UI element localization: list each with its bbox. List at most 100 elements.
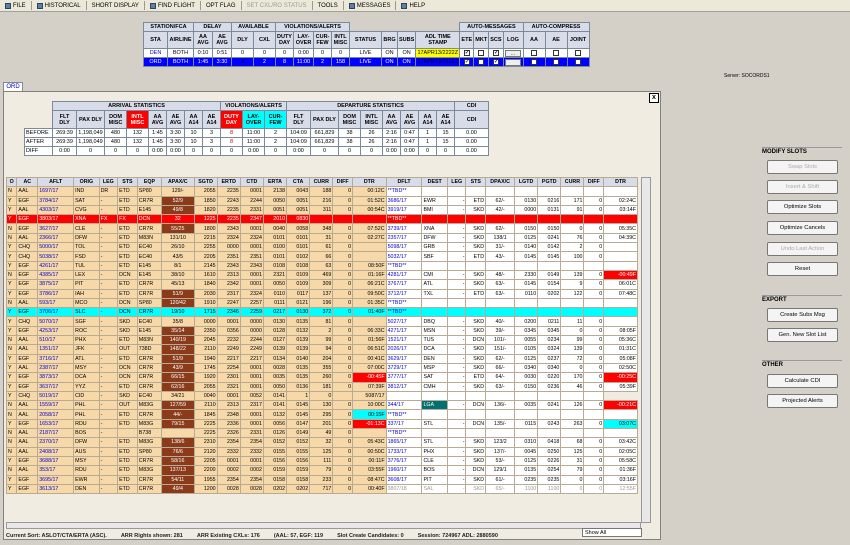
grid-header[interactable]: DPAX/C	[485, 176, 516, 188]
table-row[interactable]: Y AAL 2387/17 MSY - DCN CR7R 43/9 1745 2254 0001 00…	[5, 362, 638, 374]
grid-header[interactable]: ERTA	[262, 176, 288, 188]
grid-header[interactable]: LEG	[98, 176, 119, 188]
table-row[interactable]: N AAL 1351/17 JFK - OUT 738D 148/22 2110 2249 2249…	[5, 344, 638, 355]
grid-header[interactable]: AFLT	[37, 176, 75, 188]
table-row[interactable]: Y EGF 3803/17 XNA FX FX DCN 32 1225 2235 2347 2010 0…	[5, 214, 638, 225]
grid-header[interactable]: ERTD	[216, 176, 241, 188]
joint-checkbox[interactable]	[575, 58, 582, 65]
grid-header[interactable]: ORIG	[73, 176, 100, 188]
grid-header[interactable]: LGTD	[514, 176, 539, 188]
table-row[interactable]: Y EGF 3706/17 SLC - DCN CR7R 19/10 1715 2346 2259 0…	[5, 307, 638, 318]
cell-eqp: CR7R	[136, 353, 163, 364]
grid-header[interactable]: DIFF	[332, 176, 354, 188]
grid-header[interactable]: DTR	[352, 176, 387, 188]
table-row[interactable]: Y CHQ 5070/17 SGF - SKD EC40 35/8 0000 0001 0000 01…	[5, 316, 638, 327]
table-row[interactable]: N AAL 2187/17 BOS - B738 2225 2326 2331 0126 0149 4…	[5, 427, 638, 439]
other-button[interactable]: Calculate CDI	[767, 374, 838, 388]
grid-header[interactable]: STS	[117, 176, 138, 188]
table-row[interactable]: Y CHQ 5038/17 FSD - ETD EC40 43/5 2205 2351 2351 01…	[5, 251, 638, 262]
table-row[interactable]: N AAL 353/17 RDU - ETD M83G 137/13 2200 0002 0002 0…	[5, 465, 638, 476]
swap-slotsbutton[interactable]: Swap Slots	[767, 160, 838, 174]
menu-tools[interactable]: TOOLS	[315, 3, 341, 9]
table-row[interactable]: Y EGF 3716/17 ATL - ETD CR7R 51/9 1940 2217 2217 01…	[5, 353, 638, 364]
table-row[interactable]: Y EGF 4261/17 TUL - ETD E145 8/1 2145 2343 2343 010…	[5, 260, 638, 271]
grid-header[interactable]: DTR	[603, 176, 638, 188]
other-button[interactable]: Projected Alerts	[767, 394, 838, 408]
grid-header[interactable]: LEG	[446, 176, 467, 188]
table-row[interactable]: N AAL 2366/17 DFW - ETD M83N 131/10 2215 2324 2324…	[5, 232, 638, 244]
grid-header[interactable]: PGTD	[537, 176, 562, 188]
table-row[interactable]: N EGF 3627/17 CLE - ETD CR7R 55/25 1800 2343 0001 0…	[5, 223, 638, 234]
grid-header[interactable]: CTA	[286, 176, 311, 188]
grid-header[interactable]: CURR	[309, 176, 334, 188]
menu-help[interactable]: HELP	[398, 2, 428, 9]
table-row[interactable]: N EGF 4385/17 LEX - DCN E145 38/10 1610 2313 0001 2…	[5, 269, 638, 281]
ete-checkbox[interactable]	[463, 49, 470, 56]
log-button[interactable]: ...	[505, 58, 522, 66]
insert-shiftbutton[interactable]: Insert & Shift	[767, 180, 838, 194]
caa-checkbox[interactable]	[531, 58, 538, 65]
table-row[interactable]: Y EGF 3873/17 DCA - DCN CR7R 66/15 1920 2301 0001 0…	[5, 372, 638, 383]
menu-find-flight[interactable]: FIND FLIGHT	[147, 2, 198, 9]
scs-checkbox[interactable]	[492, 49, 499, 56]
grid-header[interactable]: EQP	[136, 176, 163, 188]
table-row[interactable]: Y CHQ 5000/17 TOL - ETD EC40 26/10 2255 0000 0001 0…	[5, 242, 638, 253]
optimize-cancelsbutton[interactable]: Optimize Cancels	[767, 221, 838, 235]
station-row[interactable]: DEN BOTH 0:10 0:51 0 0 0 0:00 0 0 LIVE ON ON 17APR13/…	[143, 48, 590, 58]
table-row[interactable]: Y CHQ 5019/17 CID - SKD EC40 34/21 0040 0001 0052 0…	[5, 390, 638, 402]
grid-header[interactable]: CURR	[560, 176, 585, 188]
table-row[interactable]: Y EGF 4253/17 ROC - SKD E145 35/14 2350 0356 0000 0…	[5, 325, 638, 337]
table-row[interactable]: Y EGF 3695/17 EWR - ETD CR7R 54/11 1955 2354 2354 0…	[5, 474, 638, 485]
menu-messages[interactable]: MESSAGES	[346, 2, 394, 9]
grid-header[interactable]: SGTD	[193, 176, 218, 188]
tab-ord[interactable]: ORD	[3, 82, 23, 91]
grid-header[interactable]: DEST	[421, 176, 448, 188]
export-button[interactable]: Create Subs Msg	[767, 308, 838, 322]
table-row[interactable]: N AAL 2370/17 DFW - ETD M83G 138/6 2310 2354 2354 0…	[5, 437, 638, 448]
log-button[interactable]: ...	[505, 49, 522, 57]
menu-opt-flag[interactable]: OPT FLAG	[203, 3, 239, 9]
ete-checkbox[interactable]	[463, 58, 470, 65]
menu-set-cxl-ro-status[interactable]: SET CXL/RO STATUS	[244, 3, 310, 9]
cae-checkbox[interactable]	[553, 58, 560, 65]
table-row[interactable]: Y EGF 3688/17 MSY - ETD CR7R 58/16 2205 0001 0001 0…	[5, 455, 638, 467]
scs-checkbox[interactable]	[492, 58, 499, 65]
cae-checkbox[interactable]	[553, 49, 560, 56]
joint-checkbox[interactable]	[575, 49, 582, 56]
resetbutton[interactable]: Reset	[767, 262, 838, 276]
table-row[interactable]: Y EGF 1653/17 RDU - ETD M83G 79/15 2225 2336 0001 0…	[5, 418, 638, 430]
vertical-scrollbar[interactable]	[641, 177, 651, 523]
grid-header[interactable]: AC	[16, 176, 39, 188]
grid-header[interactable]: DFLT	[385, 176, 423, 188]
grid-header[interactable]: APAX/C	[161, 176, 195, 188]
table-row[interactable]: N AAL 510/17 PHX - ETD M83N 140/19 2045 2232 2244 0…	[5, 335, 638, 346]
export-button[interactable]: Gen. New Slot List	[767, 328, 838, 342]
table-row[interactable]: Y EGF 3786/17 IAH - ETD CR7R 51/9 2030 2317 2324 01…	[5, 288, 638, 299]
grid-header[interactable]: O	[5, 176, 18, 188]
mkt-checkbox[interactable]	[478, 49, 485, 56]
table-row[interactable]: Y EGF 3637/17 YYZ - ETD CR7R 62/16 2055 2321 0001 0…	[5, 381, 638, 392]
menu-file[interactable]: FILE	[2, 2, 29, 9]
grid-header[interactable]: CTD	[239, 176, 264, 188]
table-row[interactable]: N AAL 2408/17 AUS - ETD SP80 76/6 2120 2332 2332 01…	[5, 446, 638, 457]
table-row[interactable]: Y EGF 3613/17 DEN - ETD CR7R 49/4 1200 0028 0028 02…	[5, 483, 638, 495]
table-row[interactable]: N AAL 2058/17 PHL - ETD CR7R 44/- 1845 2348 0001 01…	[5, 409, 638, 420]
grid-header[interactable]: DIFF	[583, 176, 605, 188]
mkt-checkbox[interactable]	[478, 58, 485, 65]
table-row[interactable]: Y EGF 3784/17 SAT - ETD CR7R 52/9 1850 2243 2244 00…	[5, 195, 638, 206]
caa-checkbox[interactable]	[531, 49, 538, 56]
grid-header[interactable]: STS	[465, 176, 487, 188]
horizontal-scrollbar[interactable]	[6, 522, 641, 529]
table-row[interactable]: Y AAL 4303/17 CVG - ETD E145 49/8 1820 2235 2331 00…	[5, 204, 638, 216]
optimize-slotsbutton[interactable]: Optimize Slots	[767, 200, 838, 214]
undo-last-actionbutton[interactable]: Undo Last Action	[767, 242, 838, 256]
table-row[interactable]: N AAL 1559/17 PHL - OUT M83G 127/59 2110 2313 2317…	[5, 400, 638, 411]
table-row[interactable]: N AAL 1697/17 IND DR ETD SP80 129/- 2055 2235 0001…	[5, 186, 638, 197]
menu-short-display[interactable]: SHORT DISPLAY	[89, 3, 142, 9]
close-icon[interactable]: x	[649, 93, 659, 103]
station-row[interactable]: ORD BOTH 1:45 3:30 4 2 8 11:00 2 158 LIVE ON ON 17APR…	[143, 57, 590, 67]
filter-select[interactable]: Show All	[582, 528, 642, 537]
menu-historical[interactable]: HISTORICAL	[34, 2, 84, 9]
table-row[interactable]: Y EGF 3875/17 PIT - ETD CR7R 45/13 1840 2342 0001 0…	[5, 279, 638, 290]
table-row[interactable]: N AAL 593/17 MCO - DCN SP80 120/42 1910 2247 2257 0…	[5, 297, 638, 309]
